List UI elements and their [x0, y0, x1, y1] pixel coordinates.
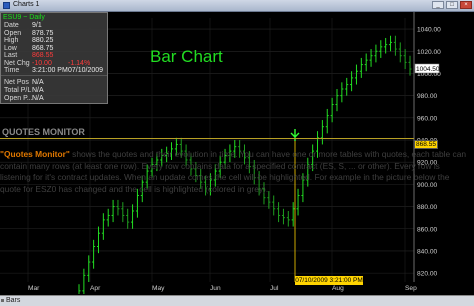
crosshair-price-label: 868.55: [414, 140, 438, 149]
y-tick-label: 860.00: [417, 226, 438, 233]
x-tick-label: Jul: [270, 285, 279, 292]
quotes-monitor-highlight: "Quotes Monitor": [0, 149, 70, 159]
data-window-label: Net Pos: [4, 79, 29, 86]
data-window-value: 868.55: [32, 52, 54, 59]
data-window-position-row: Total P/L N/A: [4, 87, 107, 95]
data-window-value: -10.00: [32, 59, 52, 67]
maximize-button[interactable]: □: [446, 1, 458, 9]
data-window-position-row: Open P... N/A: [4, 95, 107, 103]
data-window[interactable]: ESU9 ~ Daily Date 9/1 Open 878.75 High 880.25…: [0, 12, 108, 104]
crosshair-date-label: 07/10/2009 3:21:00 PM: [295, 276, 363, 285]
minimize-button[interactable]: _: [432, 1, 444, 9]
y-tick-label: 1040.00: [417, 27, 441, 34]
close-button[interactable]: ×: [460, 1, 472, 9]
window-title: Charts 1: [13, 1, 40, 8]
y-tick-label: 840.00: [417, 248, 438, 255]
data-window-label: Low: [4, 44, 17, 52]
y-tick-label: 960.00: [417, 115, 438, 122]
crosshair-horizontal-line: [0, 138, 414, 139]
quotes-monitor-title: QUOTES MONITOR: [2, 127, 85, 137]
data-window-value: 878.75: [32, 29, 54, 37]
data-window-value: 9/1: [32, 22, 42, 29]
y-tick-label: 1020.00: [417, 49, 441, 56]
grip-icon: [1, 299, 4, 302]
data-window-divider: [1, 75, 107, 76]
data-window-date: 07/10/2009: [68, 67, 104, 74]
cursor-icon: [290, 129, 300, 141]
x-tick-label: May: [152, 285, 165, 292]
data-window-value: N/A: [32, 79, 44, 86]
data-window-percent: -1.14%: [68, 59, 91, 67]
data-window-header: ESU9 ~ Daily: [3, 14, 45, 21]
data-window-label: High: [4, 37, 19, 44]
data-window-label: Net Chg: [4, 59, 30, 67]
data-window-label: Date: [4, 22, 19, 29]
last-price-label: 1004.50: [416, 66, 440, 73]
status-bar: Bars: [0, 295, 474, 306]
x-tick-label: Sep: [405, 285, 417, 292]
x-tick-label: Mar: [28, 285, 40, 292]
y-tick-label: 880.00: [417, 204, 438, 211]
data-window-row: Time 3:21:00 PM 07/10/2009: [4, 67, 107, 75]
data-window-label: Total P/L: [4, 87, 32, 94]
data-window-value: 3:21:00 PM: [32, 67, 68, 74]
data-window-label: Open: [4, 29, 22, 37]
y-tick-label: 820.00: [417, 271, 438, 278]
quotes-monitor-description: "Quotes Monitor" shows the quotes and th…: [0, 149, 472, 195]
quotes-monitor-body: shows the quotes and their evolution in …: [0, 149, 467, 194]
data-window-label: Time: [4, 67, 20, 74]
data-window-value: 880.25: [32, 37, 54, 44]
chart-app-icon: [3, 2, 10, 9]
data-window-position-row: Net Pos N/A: [4, 79, 107, 87]
x-tick-label: Aug: [332, 285, 344, 292]
data-window-value: N/A: [32, 95, 44, 102]
y-tick-label: 980.00: [417, 93, 438, 100]
data-window-label: Open P...: [4, 95, 33, 102]
data-window-value: N/A: [32, 87, 44, 94]
window-controls: _ □ ×: [432, 1, 472, 9]
window-titlebar: Charts 1 _ □ ×: [0, 0, 474, 12]
data-window-value: 868.75: [32, 44, 54, 52]
x-tick-label: Apr: [90, 285, 101, 292]
x-tick-label: Jun: [210, 285, 221, 292]
bars-tab[interactable]: Bars: [6, 297, 20, 304]
chart-title: Bar Chart: [150, 47, 223, 66]
data-window-label: Last: [4, 52, 18, 59]
